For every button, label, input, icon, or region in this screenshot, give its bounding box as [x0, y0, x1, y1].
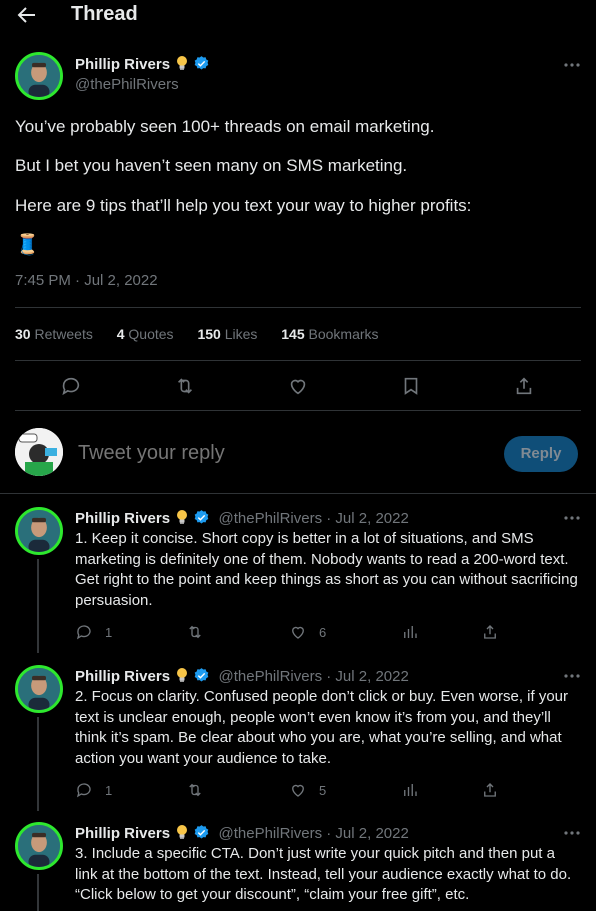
- reply-icon[interactable]: [60, 375, 82, 397]
- share-icon[interactable]: [513, 375, 535, 397]
- reply-header: Phillip Rivers @thePhilRivers · Jul 2, 2…: [75, 509, 409, 528]
- tweet-line-3: Here are 9 tips that’ll help you text yo…: [15, 196, 472, 215]
- reply-avatar[interactable]: [15, 507, 63, 555]
- reply-action[interactable]: 1: [75, 781, 112, 799]
- bulb-icon: [177, 510, 188, 524]
- reply-text: 1. Keep it concise. Short copy is better…: [75, 530, 578, 609]
- author-handle[interactable]: @thePhilRivers: [75, 76, 179, 93]
- reply-count: 1: [105, 782, 113, 798]
- reply-count: 1: [105, 624, 113, 640]
- share-action[interactable]: [481, 781, 499, 799]
- share-icon: [484, 625, 496, 639]
- tweet-line-1: You’ve probably seen 100+ threads on ema…: [15, 117, 435, 136]
- thread-connector: [37, 717, 39, 811]
- more-icon[interactable]: [562, 508, 582, 528]
- reply-avatar[interactable]: [15, 822, 63, 870]
- author-name[interactable]: Phillip Rivers: [75, 56, 170, 73]
- author-name[interactable]: Phillip Rivers: [75, 825, 170, 842]
- reply-text: 3. Include a specific CTA. Don’t just wr…: [75, 845, 572, 903]
- more-icon[interactable]: [562, 666, 582, 686]
- like-icon: [292, 626, 304, 639]
- more-icon[interactable]: [562, 55, 582, 75]
- retweet-icon: [189, 625, 201, 639]
- retweet-action[interactable]: [186, 623, 204, 641]
- divider: [15, 360, 581, 361]
- top-bar: Thread: [0, 0, 596, 30]
- tweet-stats: 30 Retweets 4 Quotes 150 Likes 145 Bookm…: [15, 326, 399, 342]
- user-avatar[interactable]: [15, 428, 63, 476]
- page-title: Thread: [71, 3, 138, 25]
- like-count: 5: [319, 782, 327, 798]
- reply-avatar[interactable]: [15, 665, 63, 713]
- verified-badge-icon: [194, 510, 209, 524]
- more-icon[interactable]: [562, 823, 582, 843]
- views-action[interactable]: [401, 781, 419, 799]
- handle-date[interactable]: @thePhilRivers · Jul 2, 2022: [219, 668, 409, 685]
- bulb-icon: [177, 668, 188, 682]
- thread-connector: [37, 874, 39, 911]
- like-count: 6: [319, 624, 327, 640]
- author-name[interactable]: Phillip Rivers: [75, 510, 170, 527]
- reply-button[interactable]: Reply: [504, 436, 578, 472]
- bookmark-icon[interactable]: [400, 375, 422, 397]
- reply-header: Phillip Rivers @thePhilRivers · Jul 2, 2…: [75, 667, 409, 686]
- thread-emoji: 🧵: [15, 234, 40, 256]
- likes-stat[interactable]: 150 Likes: [197, 326, 257, 342]
- bulb-icon: [177, 56, 188, 70]
- views-action[interactable]: [401, 623, 419, 641]
- thread-connector: [37, 559, 39, 653]
- retweet-icon: [189, 783, 201, 797]
- author-name[interactable]: Phillip Rivers: [75, 668, 170, 685]
- divider: [0, 493, 596, 494]
- reply-action[interactable]: 1: [75, 623, 112, 641]
- verified-badge-icon: [194, 668, 209, 682]
- tweet-line-2: But I bet you haven’t seen many on SMS m…: [15, 156, 408, 175]
- bulb-icon: [177, 825, 188, 839]
- handle-date[interactable]: @thePhilRivers · Jul 2, 2022: [219, 510, 409, 527]
- verified-badge-icon: [194, 825, 209, 839]
- verified-badge-icon: [194, 56, 209, 70]
- bookmarks-stat[interactable]: 145 Bookmarks: [281, 326, 378, 342]
- divider: [15, 307, 581, 308]
- handle-date[interactable]: @thePhilRivers · Jul 2, 2022: [219, 825, 409, 842]
- back-arrow-icon[interactable]: [14, 3, 38, 27]
- reply-input[interactable]: [78, 442, 478, 465]
- retweet-icon[interactable]: [174, 375, 196, 397]
- retweets-stat[interactable]: 30 Retweets: [15, 326, 93, 342]
- divider: [15, 410, 581, 411]
- author-name-row: Phillip Rivers: [75, 55, 210, 74]
- like-action[interactable]: 5: [289, 781, 326, 799]
- like-icon[interactable]: [287, 375, 309, 397]
- like-action[interactable]: 6: [289, 623, 326, 641]
- reply-header: Phillip Rivers @thePhilRivers · Jul 2, 2…: [75, 824, 409, 843]
- share-action[interactable]: [481, 623, 499, 641]
- author-avatar[interactable]: [15, 52, 63, 100]
- tweet-timestamp[interactable]: 7:45 PM · Jul 2, 2022: [15, 272, 158, 289]
- views-icon: [404, 784, 417, 796]
- views-icon: [404, 626, 417, 638]
- quotes-stat[interactable]: 4 Quotes: [117, 326, 174, 342]
- retweet-action[interactable]: [186, 781, 204, 799]
- reply-icon: [76, 625, 91, 640]
- reply-icon: [76, 783, 91, 798]
- reply-text: 2. Focus on clarity. Confused people don…: [75, 688, 569, 767]
- like-icon: [292, 784, 304, 797]
- share-icon: [484, 783, 496, 797]
